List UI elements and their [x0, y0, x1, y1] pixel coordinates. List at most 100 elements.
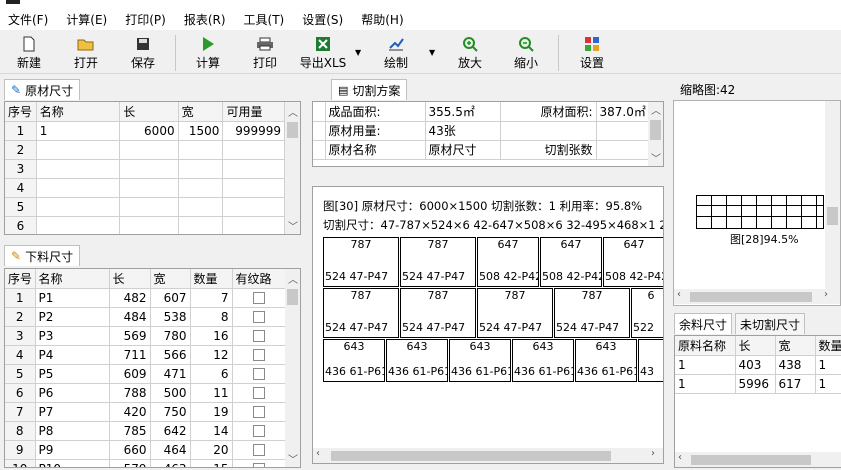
grid-cell[interactable]: 750 [150, 402, 191, 422]
table-row[interactable]: 1 P1 482 607 7 [5, 288, 286, 308]
table-row[interactable]: 1 1 6000 1500 999999 [5, 121, 285, 141]
tab-cut-size[interactable]: ✎ 下料尺寸 [4, 245, 81, 266]
grain-checkbox[interactable] [252, 425, 265, 437]
cut-piece[interactable]: 643 436 61-P61 [512, 339, 574, 382]
scroll-thumb[interactable] [827, 207, 838, 225]
grid-cell[interactable]: 7 [190, 288, 233, 308]
table-row[interactable]: 6 P6 788 500 11 [5, 383, 286, 403]
table-row[interactable]: 6 [5, 216, 285, 234]
grid-cell[interactable] [178, 216, 224, 234]
scroll-left-icon[interactable]: ‹ [678, 452, 682, 463]
cut-piece[interactable]: 647 508 42-P42 [540, 237, 602, 287]
grid-cell[interactable]: 464 [150, 440, 191, 460]
cut-piece[interactable]: 43 [638, 339, 663, 382]
grid-cell[interactable]: 6000 [119, 121, 179, 141]
grid-cell[interactable]: 579 [109, 459, 151, 467]
scroll-up-icon[interactable]: ︿ [288, 104, 298, 119]
summary-vscrollbar[interactable]: ︿ ﹀ [648, 102, 663, 166]
cut-piece[interactable]: 647 508 42-P42 [603, 237, 663, 287]
cut-grid-vscrollbar[interactable]: ︿ ﹀ [285, 269, 300, 467]
grid-cell[interactable]: P9 [35, 440, 110, 460]
tab-cutting-plan[interactable]: ▤ 切割方案 [331, 79, 408, 100]
grid-cell[interactable]: 482 [109, 288, 151, 308]
menu-file[interactable]: 文件(F) [0, 11, 58, 28]
scroll-left-icon[interactable]: ‹ [316, 448, 320, 459]
grid-cell[interactable]: 463 [150, 459, 191, 467]
grid-cell[interactable]: P2 [35, 307, 110, 327]
scroll-thumb[interactable] [690, 292, 812, 302]
grid-cell[interactable] [119, 178, 179, 198]
open-button[interactable]: 打开 [67, 32, 105, 72]
grid-cell[interactable]: 420 [109, 402, 151, 422]
grid-cell[interactable] [119, 197, 179, 217]
remain-grid[interactable]: 原料名称长宽数量 1 403 438 1 1 5996 617 1 ‹ [674, 335, 841, 468]
table-row[interactable]: 5 [5, 197, 285, 217]
tab-raw-size[interactable]: ✎ 原材尺寸 [4, 79, 81, 100]
cut-size-grid[interactable]: 序号 名称长宽数量 有纹路 1 P1 482 607 7 2 P2 484 538 8 3 P3 569 78… [4, 268, 301, 468]
menu-tools[interactable]: 工具(T) [236, 11, 295, 28]
grid-cell[interactable] [36, 197, 121, 217]
settings-button[interactable]: 设置 [573, 32, 611, 72]
grain-checkbox[interactable] [252, 311, 265, 323]
menu-report[interactable]: 报表(R) [176, 11, 236, 28]
grid-cell[interactable] [222, 197, 285, 217]
table-row[interactable]: 10P1057946315 [5, 459, 286, 467]
scroll-thumb[interactable] [287, 289, 298, 305]
grid-cell[interactable] [119, 140, 179, 160]
grid-cell[interactable] [36, 178, 121, 198]
thumbnail-panel[interactable]: 图[28]94.5% ‹ › [673, 100, 841, 306]
export-dropdown-arrow-icon[interactable]: ▼ [355, 48, 361, 57]
scroll-down-icon[interactable]: ﹀ [288, 218, 298, 233]
cut-piece[interactable]: 787 524 47-P47 [554, 288, 630, 338]
raw-grid-vscrollbar[interactable]: ︿ ﹀ [285, 102, 300, 234]
cut-piece[interactable]: 643 436 61-P61 [323, 339, 385, 382]
scroll-down-icon[interactable]: ﹀ [651, 150, 661, 165]
draw-dropdown-arrow-icon[interactable]: ▼ [429, 48, 435, 57]
grain-checkbox[interactable] [252, 444, 265, 456]
scroll-thumb[interactable] [331, 451, 611, 461]
cut-piece[interactable]: 787 524 47-P47 [400, 288, 476, 338]
table-row[interactable]: 1 5996 617 1 [675, 374, 841, 394]
thumbnail-hscrollbar[interactable]: ‹ › [674, 289, 840, 304]
scroll-thumb[interactable] [287, 122, 298, 138]
grid-cell[interactable]: 6 [190, 364, 233, 384]
menu-calc[interactable]: 计算(E) [58, 11, 117, 28]
scroll-down-icon[interactable]: ﹀ [288, 451, 298, 466]
table-row[interactable]: 2 P2 484 538 8 [5, 307, 286, 327]
grid-cell[interactable]: P6 [35, 383, 110, 403]
remain-hscrollbar[interactable]: ‹ [675, 452, 841, 467]
cut-piece[interactable]: 643 436 61-P61 [575, 339, 637, 382]
table-row[interactable]: 8 P8 785 642 14 [5, 421, 286, 441]
grid-cell[interactable] [222, 178, 285, 198]
grid-cell[interactable]: 609 [109, 364, 151, 384]
grid-cell[interactable]: P4 [35, 345, 110, 365]
grid-cell[interactable] [119, 216, 179, 234]
grid-cell[interactable]: 14 [190, 421, 233, 441]
grain-checkbox[interactable] [252, 368, 265, 380]
scroll-right-icon[interactable]: › [824, 289, 828, 300]
grain-checkbox[interactable] [252, 349, 265, 361]
grid-cell[interactable]: 484 [109, 307, 151, 327]
grid-cell[interactable]: P3 [35, 326, 110, 346]
grid-cell[interactable] [36, 159, 121, 179]
grid-cell[interactable]: 500 [150, 383, 191, 403]
grid-cell[interactable]: 8 [190, 307, 233, 327]
thumbnail-sheet[interactable] [696, 195, 824, 229]
raw-size-grid[interactable]: 序号 名称长宽可用量 1 1 6000 1500 999999 2 3 4 5 6 ︿ ﹀ [4, 101, 301, 235]
grid-cell[interactable] [178, 140, 224, 160]
grid-cell[interactable]: P8 [35, 421, 110, 441]
grid-cell[interactable]: 471 [150, 364, 191, 384]
table-row[interactable]: 9 P9 660 464 20 [5, 440, 286, 460]
menu-settings[interactable]: 设置(S) [294, 11, 353, 28]
grid-cell[interactable]: P5 [35, 364, 110, 384]
grain-checkbox[interactable] [252, 330, 265, 342]
scroll-right-icon[interactable]: › [651, 448, 655, 459]
grid-cell[interactable]: 11 [190, 383, 233, 403]
table-row[interactable]: 7 P7 420 750 19 [5, 402, 286, 422]
grid-cell[interactable] [222, 159, 285, 179]
cut-piece[interactable]: 6 522 [631, 288, 663, 338]
scroll-thumb[interactable] [650, 120, 661, 140]
table-row[interactable]: 3 [5, 159, 285, 179]
cutting-plan-canvas[interactable]: 图[30] 原材尺寸：6000×1500 切割张数：1 利用率：95.8% 切割… [312, 186, 664, 464]
plan-hscrollbar[interactable]: ‹ › [313, 448, 663, 463]
